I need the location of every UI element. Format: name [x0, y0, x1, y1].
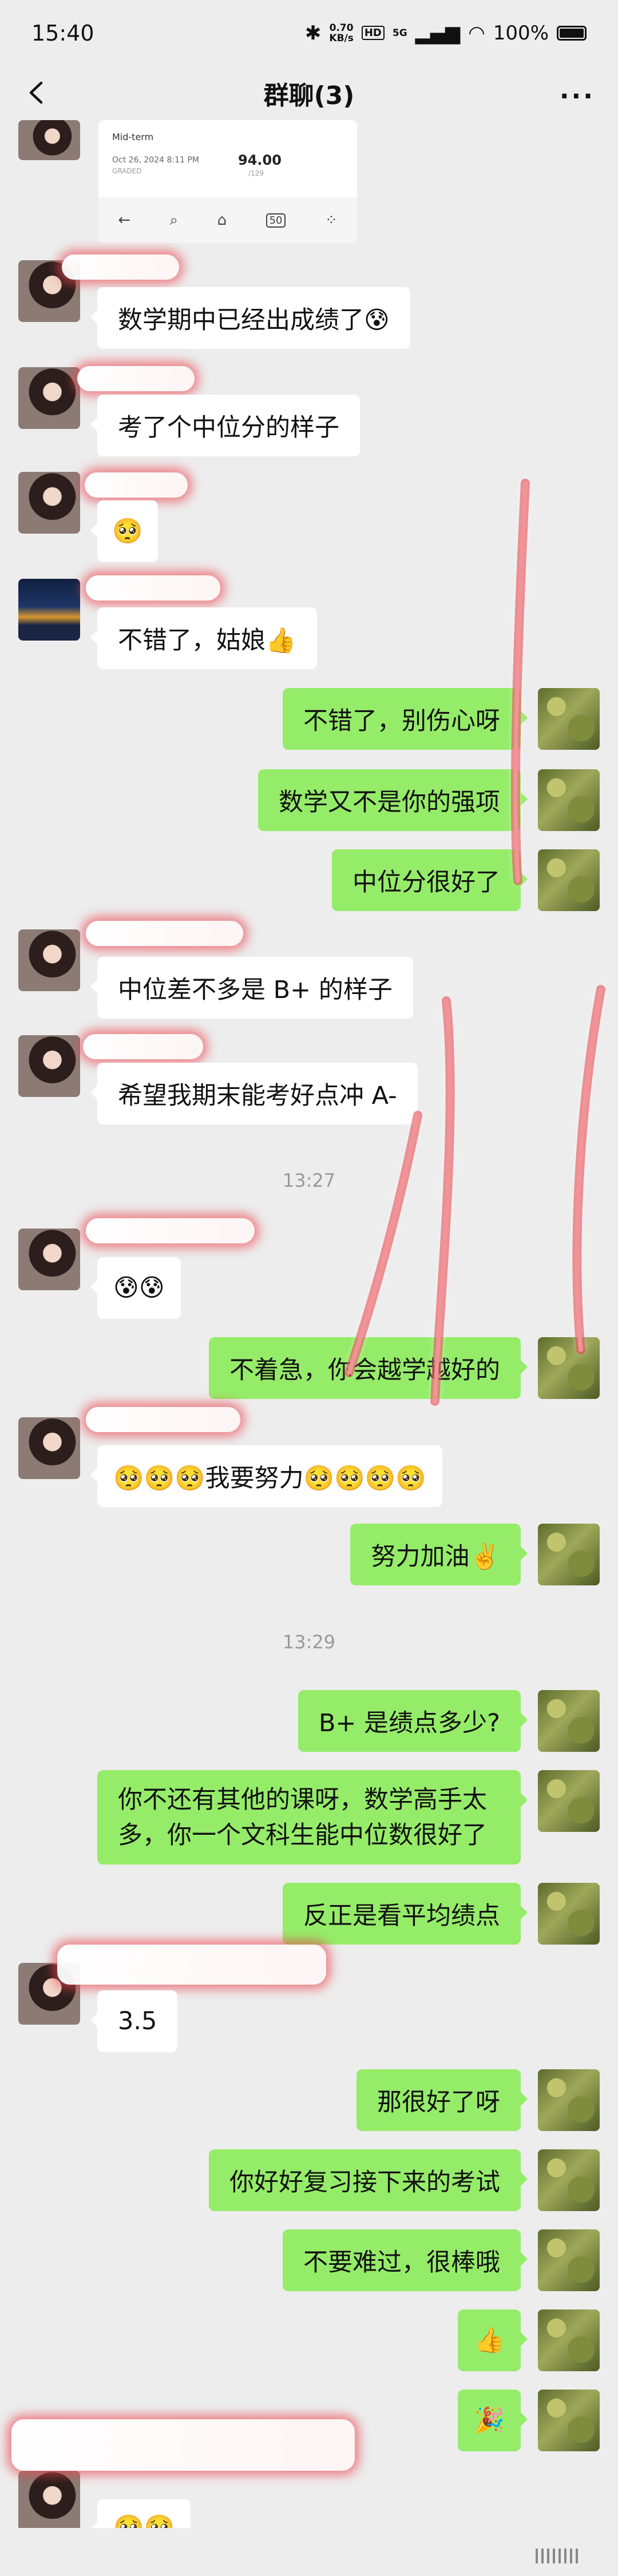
- avatar[interactable]: [18, 2471, 80, 2533]
- redacted-name: [86, 921, 243, 946]
- avatar[interactable]: [538, 1770, 600, 1832]
- redacted-name: [86, 575, 220, 601]
- more-options-icon[interactable]: ···: [560, 82, 595, 111]
- redacted-name: [85, 472, 188, 498]
- avatar[interactable]: [538, 1690, 600, 1752]
- shared-screenshot-card[interactable]: Mid-term Oct 26, 2024 8:11 PM GRADED 94.…: [98, 120, 357, 243]
- bluetooth-icon: ✱: [304, 21, 322, 45]
- wifi-icon: ◠: [468, 21, 485, 45]
- tabs-icon: 50: [266, 213, 286, 228]
- redacted-name: [86, 1218, 255, 1243]
- message-bubble[interactable]: 不要难过，很棒哦: [283, 2229, 528, 2291]
- message-bubble[interactable]: 数学又不是你的强项: [258, 769, 528, 831]
- arrow-left-icon: ←: [118, 212, 131, 229]
- redacted-name: [86, 1407, 240, 1432]
- redacted-name: [83, 1034, 203, 1059]
- card-status: GRADED: [112, 167, 142, 175]
- back-icon[interactable]: [23, 78, 52, 107]
- message-bubble[interactable]: 不着急，你会越学越好的: [209, 1337, 528, 1399]
- avatar[interactable]: [538, 2229, 600, 2291]
- avatar[interactable]: [18, 1229, 80, 1290]
- avatar[interactable]: [538, 849, 600, 911]
- avatar[interactable]: [18, 1035, 80, 1097]
- avatar[interactable]: [18, 367, 80, 429]
- redacted-name: [11, 2419, 355, 2471]
- avatar[interactable]: [538, 769, 600, 831]
- scroll-indicator-icon: [536, 2549, 578, 2563]
- search-icon: ⌕: [169, 211, 179, 229]
- message-bubble[interactable]: 那很好了呀: [356, 2069, 528, 2131]
- avatar[interactable]: [538, 2309, 600, 2371]
- chat-title: 群聊(3): [263, 81, 355, 110]
- chat-header: 群聊(3) ···: [0, 66, 618, 120]
- message-bubble[interactable]: 你好好复习接下来的考试: [209, 2149, 528, 2211]
- card-total: /129: [248, 169, 264, 177]
- message-bubble[interactable]: 你不还有其他的课呀，数学高手太多，你一个文科生能中位数很好了: [97, 1770, 528, 1865]
- avatar[interactable]: [18, 1417, 80, 1479]
- message-bubble[interactable]: 😰😰: [90, 1257, 181, 1319]
- message-bubble[interactable]: 希望我期末能考好点冲 A-: [90, 1063, 418, 1124]
- avatar[interactable]: [538, 1337, 600, 1399]
- bottom-gesture-area: [0, 2528, 618, 2576]
- home-icon: ⌂: [217, 212, 227, 229]
- message-bubble[interactable]: 🥺: [90, 500, 158, 562]
- menu-icon: ⁘: [324, 212, 338, 229]
- message-bubble[interactable]: 🎉: [458, 2390, 528, 2451]
- battery-icon: [557, 25, 587, 41]
- message-bubble[interactable]: 3.5: [90, 1990, 178, 2052]
- redacted-name: [57, 1945, 326, 1985]
- message-bubble[interactable]: B+ 是绩点多少?: [298, 1690, 528, 1752]
- redacted-name: [62, 255, 179, 280]
- avatar[interactable]: [538, 1883, 600, 1945]
- message-bubble[interactable]: 不错了，姑娘👍: [90, 607, 317, 669]
- network-type: 5G: [392, 27, 407, 39]
- message-bubble[interactable]: 考了个中位分的样子: [90, 395, 360, 456]
- status-time: 15:40: [31, 20, 94, 46]
- avatar[interactable]: [18, 929, 80, 991]
- avatar[interactable]: [538, 2069, 600, 2131]
- message-bubble[interactable]: 数学期中已经出成绩了😰: [90, 287, 410, 349]
- message-bubble[interactable]: 努力加油✌️: [350, 1524, 528, 1585]
- avatar[interactable]: [18, 472, 80, 534]
- network-speed: 0.70 KB/s: [329, 22, 354, 44]
- message-bubble[interactable]: 👍: [458, 2309, 528, 2371]
- avatar[interactable]: [538, 688, 600, 750]
- message-bubble[interactable]: 反正是看平均绩点: [283, 1883, 528, 1945]
- card-toolbar: ← ⌕ ⌂ 50 ⁘: [98, 197, 357, 243]
- message-bubble[interactable]: 中位分很好了: [332, 849, 528, 911]
- timestamp: 13:29: [282, 1631, 336, 1653]
- message-bubble[interactable]: 不错了，别伤心呀: [283, 688, 528, 750]
- avatar[interactable]: [18, 579, 80, 641]
- card-score: 94.00: [238, 152, 282, 168]
- message-bubble[interactable]: 🥺🥺🥺我要努力🥺🥺🥺🥺: [90, 1445, 442, 1507]
- battery-percent: 100%: [493, 21, 549, 45]
- signal-icon: ▂▄▆: [415, 21, 461, 45]
- avatar[interactable]: [538, 1524, 600, 1585]
- status-bar: 15:40 ✱ 0.70 KB/s HD 5G ▂▄▆ ◠ 100%: [0, 0, 618, 66]
- card-title: Mid-term: [112, 132, 154, 142]
- avatar[interactable]: [538, 2149, 600, 2211]
- redacted-name: [77, 366, 195, 391]
- hd-icon: HD: [361, 26, 385, 40]
- avatar[interactable]: [538, 2390, 600, 2451]
- card-date: Oct 26, 2024 8:11 PM: [112, 156, 199, 165]
- message-bubble[interactable]: 中位差不多是 B+ 的样子: [90, 957, 413, 1019]
- avatar[interactable]: [18, 120, 80, 160]
- timestamp: 13:27: [282, 1170, 336, 1191]
